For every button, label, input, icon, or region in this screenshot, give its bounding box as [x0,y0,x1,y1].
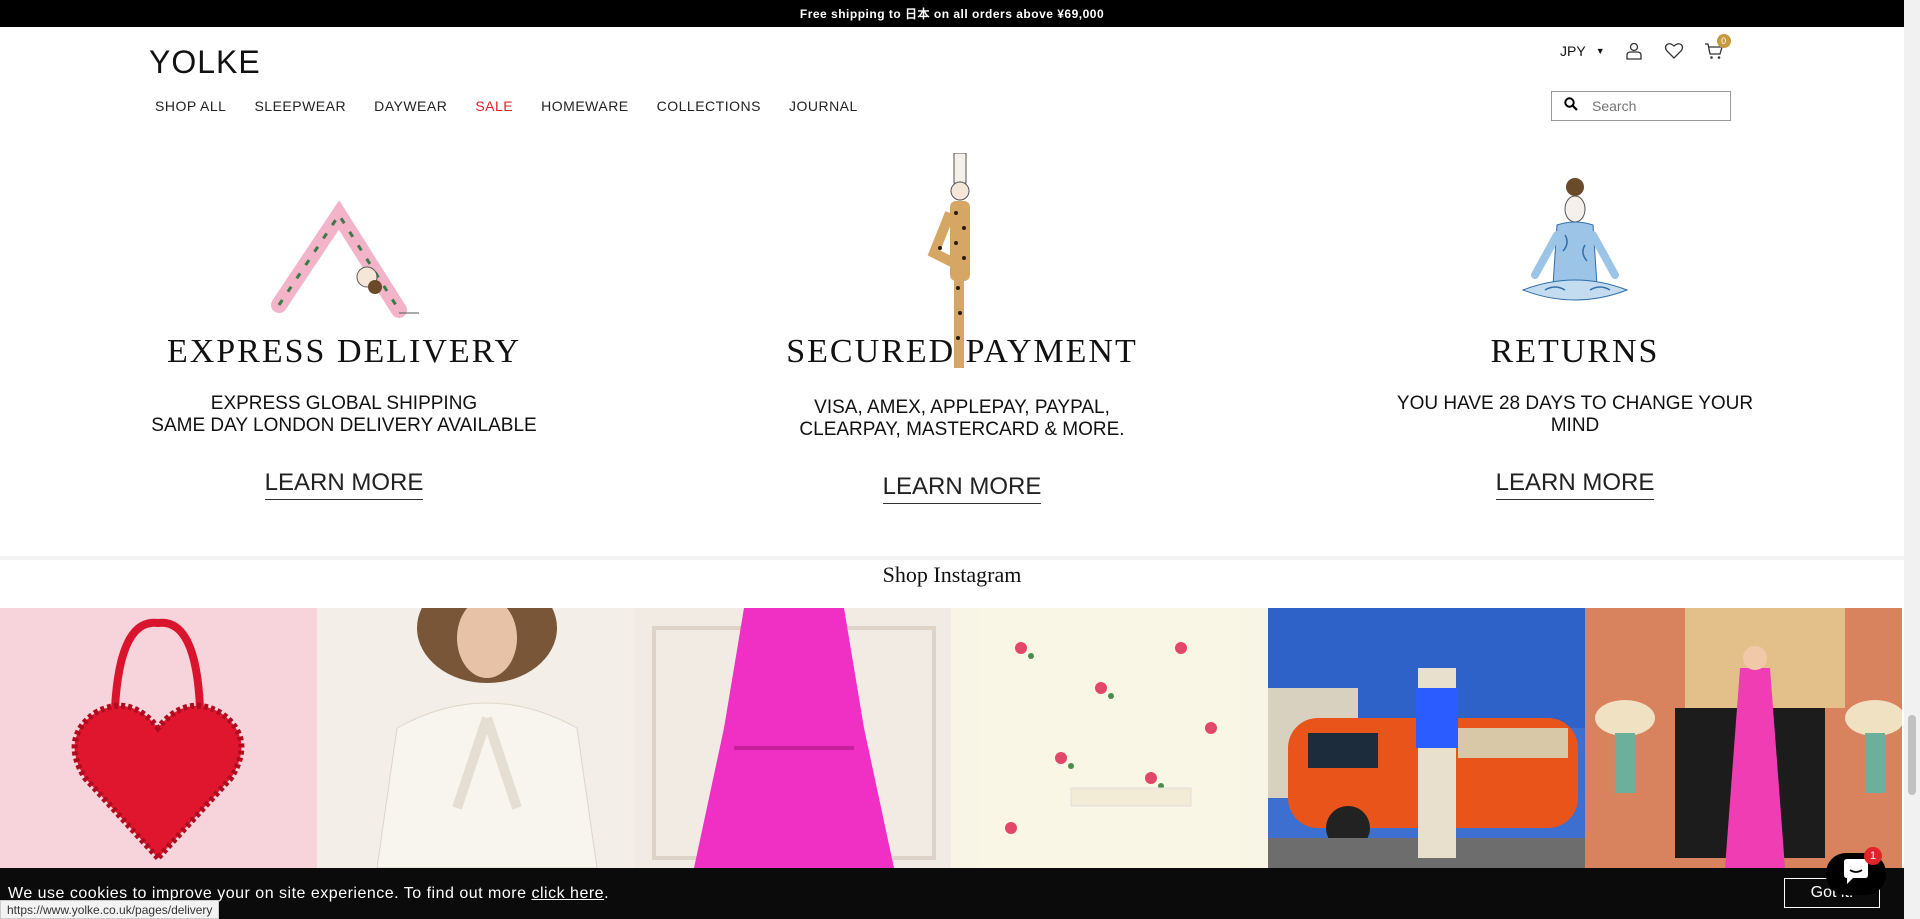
page: Free shipping to 日本 on all orders above … [0,0,1920,919]
feature-line: CLEARPAY, MASTERCARD & MORE. [799,419,1125,440]
yoga-pose-illustration [124,155,564,325]
currency-selector[interactable]: JPY ▼ [1560,43,1605,59]
learn-more-payment-link[interactable]: LEARN MORE [882,473,1042,504]
cart-count-badge: 0 [1716,34,1731,48]
lotus-pose-illustration [1355,155,1795,325]
cookie-period: . [604,884,610,902]
feature-section: EXPRESS DELIVERY EXPRESS GLOBAL SHIPPING… [0,153,1904,555]
search-box[interactable] [1551,91,1731,121]
main-nav: SHOP ALL SLEEPWEAR DAYWEAR SALE HOMEWARE… [155,98,886,114]
section-divider [0,556,1904,560]
currency-value: JPY [1560,43,1586,59]
search-input[interactable] [1592,98,1712,114]
feature-line: VISA, AMEX, APPLEPAY, PAYPAL, [814,397,1110,418]
chat-widget-button[interactable]: 1 [1826,847,1886,895]
feature-secured-payment: SECURED PAYMENT VISA, AMEX, APPLEPAY, PA… [742,153,1182,504]
nav-collections[interactable]: COLLECTIONS [657,98,761,114]
feature-line: EXPRESS GLOBAL SHIPPING [210,393,478,414]
cookie-banner: We use cookies to improve your on site e… [0,868,1904,919]
nav-daywear[interactable]: DAYWEAR [374,98,447,114]
instagram-tile-orange-van[interactable] [1268,608,1585,868]
feature-express-delivery: EXPRESS DELIVERY EXPRESS GLOBAL SHIPPING… [124,155,564,500]
brand-logo[interactable]: YOLKE [149,44,261,81]
utility-bar: JPY ▼ 0 [1560,34,1731,62]
instagram-tile-heart-bag[interactable] [0,608,317,868]
tree-pose-illustration [742,153,1182,368]
instagram-tile-pink-dress[interactable] [634,608,951,868]
page-scrollbar[interactable] [1904,0,1920,919]
feature-line: MIND [1550,415,1600,436]
nav-journal[interactable]: JOURNAL [789,98,858,114]
cookie-click-here-link[interactable]: click here [532,885,605,903]
feature-line: YOU HAVE 28 DAYS TO CHANGE YOUR [1396,393,1754,414]
instagram-tile-floral-jacket[interactable] [951,608,1268,868]
nav-shop-all[interactable]: SHOP ALL [155,98,226,114]
account-icon[interactable] [1623,40,1645,62]
feature-line: SAME DAY LONDON DELIVERY AVAILABLE [151,415,537,436]
announcement-bar: Free shipping to 日本 on all orders above … [0,0,1904,27]
cart-icon[interactable]: 0 [1703,34,1731,62]
instagram-tile-white-blouse[interactable] [317,608,634,868]
feature-returns: RETURNS YOU HAVE 28 DAYS TO CHANGE YOUR … [1355,155,1795,500]
instagram-tile-pink-gown-room[interactable] [1585,608,1902,868]
feature-title: EXPRESS DELIVERY [166,333,522,370]
search-icon[interactable] [1564,96,1578,116]
wishlist-heart-icon[interactable] [1663,40,1685,62]
instagram-title: Shop Instagram [882,562,1022,587]
nav-sleepwear[interactable]: SLEEPWEAR [254,98,346,114]
chat-notification-badge: 1 [1864,847,1882,865]
browser-status-url: https://www.yolke.co.uk/pages/delivery [0,900,220,919]
caret-down-icon: ▼ [1595,46,1605,56]
nav-homeware[interactable]: HOMEWARE [541,98,628,114]
nav-sale[interactable]: SALE [475,98,513,114]
learn-more-returns-link[interactable]: LEARN MORE [1495,469,1655,500]
instagram-gallery [0,608,1904,868]
scrollbar-thumb[interactable] [1908,715,1916,795]
feature-title: RETURNS [1490,333,1660,370]
learn-more-delivery-link[interactable]: LEARN MORE [264,469,424,500]
